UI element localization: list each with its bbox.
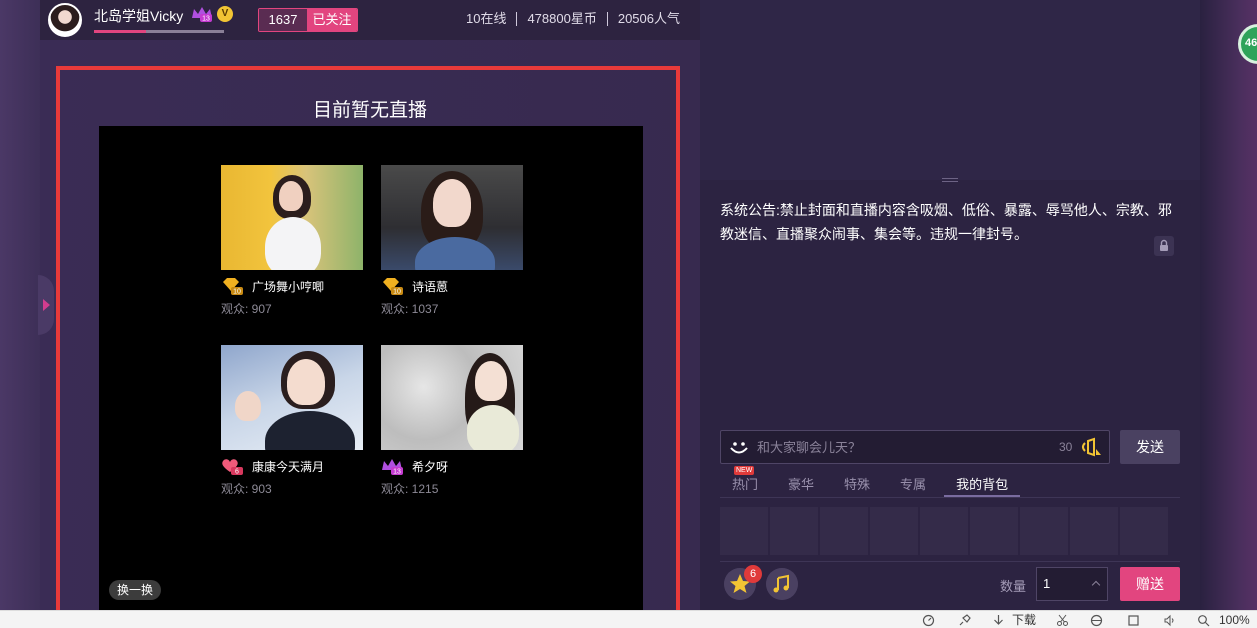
quantity-label: 数量 [1000, 579, 1027, 594]
host-avatar[interactable] [48, 3, 82, 37]
chat-messages-area [700, 0, 1200, 180]
star-coins: 478800星币 [516, 12, 606, 26]
gift-slot[interactable] [1020, 507, 1068, 555]
widget-count: 46 [1245, 37, 1257, 49]
new-badge: NEW [734, 466, 755, 475]
browser-status-bar: 下载 100% [0, 610, 1257, 628]
room-stats: 10在线 478800星币 20506人气 [456, 12, 690, 26]
tab-hot[interactable]: 热门 NEW [720, 466, 770, 497]
host-name[interactable]: 北岛学姐Vicky [94, 6, 183, 26]
broadcast-horn-icon[interactable] [1079, 437, 1103, 457]
system-announcement: 系统公告:禁止封面和直播内容含吸烟、低俗、暴露、辱骂他人、宗教、邪教迷信、直播聚… [720, 202, 1172, 242]
svg-text:13: 13 [202, 16, 210, 23]
chat-input[interactable] [757, 431, 1047, 463]
gift-tabs: 热门 NEW 豪华 特殊 专属 我的背包 [720, 466, 1180, 498]
popularity: 20506人气 [606, 12, 690, 26]
chevron-up-icon[interactable] [1091, 580, 1101, 590]
emoji-icon[interactable] [727, 435, 751, 459]
give-button[interactable]: 赠送 [1120, 567, 1180, 601]
collapse-handle[interactable] [38, 275, 54, 335]
gift-slot[interactable] [820, 507, 868, 555]
highlight-frame [56, 66, 680, 622]
quantity-value[interactable]: 1 [1043, 576, 1050, 591]
level-progress-fill [94, 30, 146, 33]
gift-slot[interactable] [920, 507, 968, 555]
char-count: 30 [1059, 440, 1073, 454]
tab-special[interactable]: 特殊 [832, 472, 882, 497]
send-button[interactable]: 发送 [1120, 430, 1180, 464]
tab-label: 热门 [732, 477, 759, 492]
gift-slot[interactable] [1120, 507, 1168, 555]
level-progress [94, 30, 224, 33]
follow-group[interactable]: 1637 已关注 [258, 8, 358, 32]
divider [720, 561, 1180, 562]
music-icon[interactable] [766, 568, 798, 600]
cut-icon[interactable] [1056, 614, 1069, 627]
rocket-icon[interactable] [958, 614, 971, 627]
gift-slot[interactable] [970, 507, 1018, 555]
download-label[interactable]: 下载 [1012, 614, 1036, 627]
room-header: 北岛学姐Vicky 13 V 1637 已关注 10在线 478800星币 20… [40, 0, 700, 40]
zoom-level[interactable]: 100% [1219, 614, 1250, 627]
crown-level-icon: 13 [192, 7, 212, 23]
gift-slot[interactable] [870, 507, 918, 555]
gift-grid [720, 507, 1180, 557]
gift-slot[interactable] [720, 507, 768, 555]
download-icon[interactable] [992, 614, 1005, 627]
tab-my-backpack[interactable]: 我的背包 [944, 472, 1021, 497]
chat-panel: 系统公告:禁止封面和直播内容含吸烟、低俗、暴露、辱骂他人、宗教、邪教迷信、直播聚… [700, 0, 1200, 610]
gift-slot[interactable] [770, 507, 818, 555]
resize-handle[interactable] [942, 176, 958, 184]
star-count-badge: 6 [744, 565, 762, 583]
quantity-stepper[interactable]: 1 [1036, 567, 1108, 601]
follow-button[interactable]: 已关注 [307, 9, 357, 31]
vip-badge-icon: V [217, 6, 233, 22]
chat-input-box[interactable]: 30 [720, 430, 1110, 464]
lock-icon[interactable] [1154, 236, 1174, 256]
tab-exclusive[interactable]: 专属 [888, 472, 938, 497]
zoom-icon[interactable] [1197, 614, 1210, 627]
ie-icon[interactable] [1090, 614, 1103, 627]
window-icon[interactable] [1127, 614, 1140, 627]
follow-count: 1637 [259, 9, 307, 31]
tab-luxury[interactable]: 豪华 [776, 472, 826, 497]
arrow-right-icon [43, 299, 50, 311]
volume-icon[interactable] [1163, 614, 1176, 627]
speed-icon[interactable] [922, 614, 935, 627]
online-count: 10在线 [465, 11, 507, 26]
gift-slot[interactable] [1070, 507, 1118, 555]
